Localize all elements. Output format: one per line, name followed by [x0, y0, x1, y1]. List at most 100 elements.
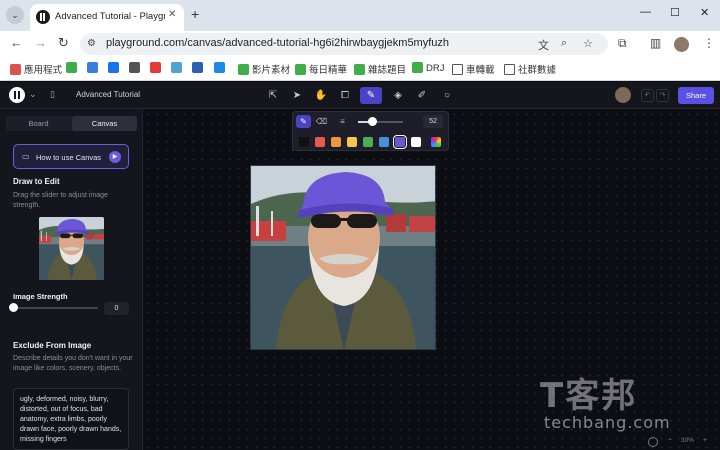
new-tab-button[interactable]: + [191, 6, 199, 22]
bookmark-item[interactable] [192, 62, 206, 74]
user-avatar[interactable] [615, 87, 631, 103]
logo-chevron-down-icon[interactable]: ⌄ [29, 89, 37, 100]
eraser-mode-button[interactable]: ⌫ [314, 115, 329, 128]
playground-favicon-icon [36, 10, 50, 24]
bookmark-item[interactable]: 影片素材 [238, 62, 290, 76]
bookmark-item[interactable] [150, 62, 164, 74]
bookmark-item[interactable]: DRJ [412, 62, 444, 74]
toggle-sidebar-icon[interactable]: ▯ [50, 89, 55, 100]
comment-icon[interactable]: ○ [438, 87, 456, 104]
color-swatch[interactable] [331, 137, 341, 147]
bookmark-item[interactable] [66, 62, 80, 74]
back-icon[interactable]: ← [10, 35, 23, 50]
zoom-controls: − 30% + [648, 436, 714, 448]
color-swatch[interactable] [379, 137, 389, 147]
negative-prompt-input[interactable]: ugly, deformed, noisy, blurry, distorted… [13, 388, 129, 450]
site-info-icon[interactable]: ⚙ [87, 38, 99, 50]
color-swatch[interactable] [411, 137, 421, 147]
image-strength-value[interactable]: 0 [104, 302, 129, 315]
sidebar: Board Canvas ▭ How to use Canvas ▶ Draw … [0, 109, 143, 450]
bookmark-star-icon[interactable]: ☆ [583, 37, 593, 50]
profile-avatar[interactable] [674, 37, 689, 52]
reference-thumbnail[interactable] [39, 217, 104, 280]
bookmark-favicon-icon [171, 62, 182, 73]
zoom-level[interactable]: 30% [681, 437, 694, 444]
side-panel-icon[interactable]: ▥ [650, 36, 661, 50]
color-swatch[interactable] [393, 135, 407, 149]
play-icon: ▶ [109, 151, 121, 163]
color-swatch[interactable] [315, 137, 325, 147]
draw-to-edit-desc: Drag the slider to adjust image strength… [13, 192, 108, 209]
bookmark-favicon-icon [150, 62, 161, 73]
bookmark-favicon-icon [504, 64, 515, 75]
bookmark-favicon-icon [295, 64, 306, 75]
how-to-label: How to use Canvas [36, 153, 102, 162]
forward-icon[interactable]: → [34, 35, 47, 50]
brush-size-slider[interactable] [358, 121, 403, 123]
bookmark-item[interactable]: 社群數據 [504, 62, 556, 76]
brush-options-popover: ✎ ⌫ ≡ 52 [292, 111, 449, 151]
brush-size-icon: ≡ [340, 117, 345, 126]
export-icon[interactable]: ⇱ [264, 87, 282, 104]
reload-icon[interactable]: ↻ [58, 35, 69, 51]
bookmark-item[interactable]: 應用程式 [10, 62, 62, 76]
address-bar[interactable]: ⚙ playground.com/canvas/advanced-tutoria… [80, 33, 608, 55]
bookmarks-bar: 應用程式 影片素材 每日精華 雜誌題目 DRJ 車轉載 社群數據 [0, 57, 720, 81]
image-strength-knob[interactable] [9, 303, 18, 312]
image-strength-label: Image Strength [13, 292, 68, 301]
color-swatch[interactable] [347, 137, 357, 147]
playground-logo-icon[interactable] [9, 87, 25, 103]
maximize-button[interactable]: ☐ [670, 6, 680, 19]
brush-size-knob[interactable] [367, 117, 377, 126]
bookmark-label: 雜誌題目 [368, 65, 407, 76]
url-text[interactable]: playground.com/canvas/advanced-tutorial-… [106, 37, 449, 49]
brush-tool-button[interactable]: ✎ [360, 87, 382, 104]
bookmark-item[interactable] [171, 62, 185, 74]
select-icon[interactable]: ➤ [288, 87, 306, 104]
color-swatch[interactable] [363, 137, 373, 147]
bookmark-favicon-icon [10, 64, 21, 75]
zoom-in-button[interactable]: + [703, 437, 707, 444]
fill-icon[interactable]: ◈ [388, 87, 408, 104]
undo-icon[interactable]: ↶ [641, 89, 654, 102]
more-menu-icon[interactable]: ⋮ [703, 36, 715, 50]
browser-tabstrip: ⌄ Advanced Tutorial - Playgroun ✕ + — ☐ … [0, 0, 720, 31]
redo-icon[interactable]: ↷ [656, 89, 669, 102]
bookmark-item[interactable] [214, 62, 228, 74]
how-to-use-canvas-button[interactable]: ▭ How to use Canvas ▶ [13, 144, 129, 169]
zoom-out-button[interactable]: − [668, 437, 672, 444]
tab-search-button[interactable]: ⌄ [6, 6, 24, 24]
bookmark-label: 影片素材 [252, 65, 291, 76]
edit-image-icon[interactable]: ⧠ [336, 87, 354, 104]
bookmark-label: 車轉載 [466, 65, 495, 76]
zoom-icon[interactable]: ⌕ [561, 37, 567, 50]
bookmark-item[interactable]: 每日精華 [295, 62, 347, 76]
minimize-button[interactable]: — [640, 6, 651, 18]
image-strength-slider[interactable] [13, 307, 98, 309]
hand-icon[interactable]: ✋ [312, 87, 330, 104]
bookmark-favicon-icon [214, 62, 225, 73]
bookmark-item[interactable] [87, 62, 101, 74]
translate-icon[interactable]: 文 [538, 37, 549, 53]
close-window-button[interactable]: ✕ [700, 6, 709, 19]
share-button[interactable]: Share [678, 87, 714, 104]
custom-color-picker-icon[interactable] [431, 137, 441, 147]
watermark-english: techbang.com [544, 413, 671, 432]
pen-icon[interactable]: ✐ [412, 87, 432, 104]
tab-canvas[interactable]: Canvas [72, 116, 137, 131]
brush-size-value[interactable]: 52 [423, 115, 443, 128]
color-swatch[interactable] [299, 137, 309, 147]
tab-board[interactable]: Board [6, 116, 71, 131]
recenter-icon[interactable] [648, 437, 658, 447]
browser-tab[interactable]: Advanced Tutorial - Playgroun ✕ [30, 4, 184, 31]
bookmark-item[interactable] [129, 62, 143, 74]
bookmark-item[interactable]: 車轉載 [452, 62, 495, 76]
bookmark-item[interactable] [108, 62, 122, 74]
canvas-image[interactable] [250, 165, 436, 350]
tab-close-icon[interactable]: ✕ [168, 9, 176, 20]
extensions-icon[interactable]: ⧉ [618, 36, 627, 51]
project-title[interactable]: Advanced Tutorial [76, 90, 140, 99]
bookmark-favicon-icon [354, 64, 365, 75]
bookmark-item[interactable]: 雜誌題目 [354, 62, 406, 76]
brush-mode-button[interactable]: ✎ [296, 115, 311, 128]
